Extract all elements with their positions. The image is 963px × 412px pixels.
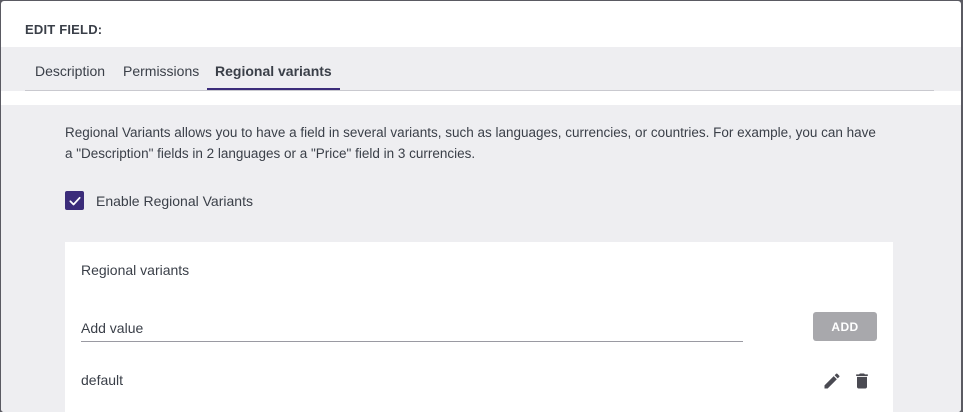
variant-name: default [81, 372, 124, 388]
enable-regional-variants-label: Enable Regional Variants [96, 192, 253, 209]
add-button[interactable]: ADD [813, 312, 877, 341]
add-value-input[interactable] [81, 315, 743, 342]
trash-icon[interactable] [851, 370, 873, 392]
list-item: default [65, 366, 893, 396]
tab-bar: Description Permissions Regional variant… [1, 47, 961, 91]
card-title: Regional variants [81, 262, 190, 278]
pencil-icon[interactable] [821, 370, 843, 392]
tab-description[interactable]: Description [27, 47, 113, 91]
regional-variants-card: Regional variants ADD default [65, 242, 893, 412]
enable-regional-variants-checkbox[interactable]: Enable Regional Variants [65, 191, 253, 210]
tab-permissions[interactable]: Permissions [115, 47, 207, 91]
edit-field-dialog: EDIT FIELD: Description Permissions Regi… [1, 1, 961, 412]
dialog-title: EDIT FIELD: [25, 22, 103, 37]
tab-bar-divider [25, 90, 934, 91]
regional-variants-panel: Regional Variants allows you to have a f… [1, 105, 961, 412]
checkbox-checked-icon[interactable] [65, 191, 84, 210]
tab-regional-variants[interactable]: Regional variants [207, 47, 340, 91]
regional-variants-description: Regional Variants allows you to have a f… [65, 125, 876, 161]
